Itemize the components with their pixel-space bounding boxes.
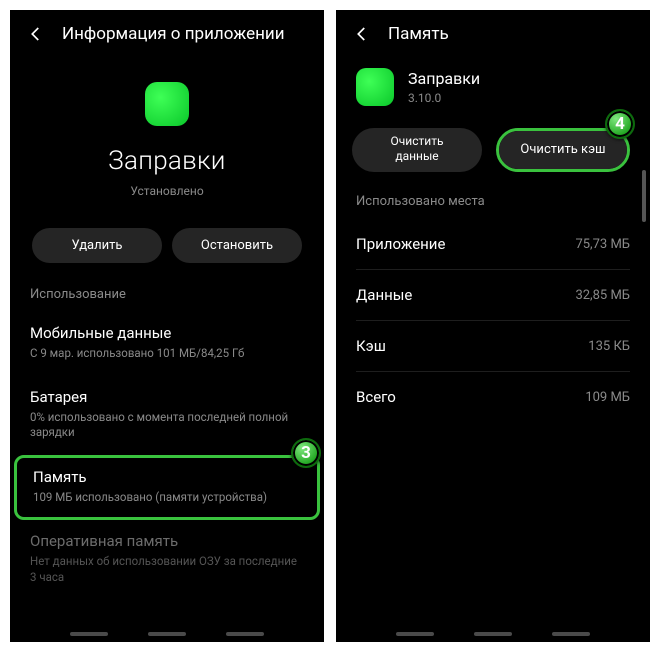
row-total: Всего 109 МБ <box>336 372 650 422</box>
battery-item[interactable]: Батарея 0% использовано с момента послед… <box>10 376 324 455</box>
scrollbar[interactable] <box>642 170 646 222</box>
item-title: Оперативная память <box>30 532 304 550</box>
item-subtitle: 0% использовано с момента последней полн… <box>30 410 304 441</box>
nav-bar <box>10 632 324 636</box>
nav-back-icon[interactable] <box>226 632 264 636</box>
row-value: 75,73 МБ <box>575 237 630 252</box>
back-icon[interactable] <box>352 24 372 44</box>
screen-storage: Память Заправки 3.10.0 Очистить данные 4… <box>336 10 650 642</box>
back-icon[interactable] <box>26 24 46 44</box>
app-icon <box>356 68 394 106</box>
item-subtitle: Нет данных об использовании ОЗУ за после… <box>30 554 304 585</box>
nav-bar <box>336 632 650 636</box>
install-status: Установлено <box>130 184 203 198</box>
step-badge-4: 4 <box>605 109 635 139</box>
item-title: Память <box>33 468 301 486</box>
nav-back-icon[interactable] <box>552 632 590 636</box>
screen-app-info: Информация о приложении Заправки Установ… <box>10 10 324 642</box>
item-subtitle: 109 МБ использовано (памяти устройства) <box>33 490 301 506</box>
storage-item-highlighted[interactable]: 3 Память 109 МБ использовано (памяти уст… <box>14 455 320 521</box>
header: Память <box>336 10 650 54</box>
clear-cache-button[interactable]: Очистить кэш <box>499 131 627 169</box>
step-badge-3: 3 <box>291 438 321 468</box>
button-label: Очистить данные <box>352 134 482 164</box>
app-name: Заправки <box>108 146 225 176</box>
mobile-data-item[interactable]: Мобильные данные С 9 мар. использовано 1… <box>10 312 324 376</box>
nav-recent-icon[interactable] <box>396 632 434 636</box>
clear-cache-button-highlighted[interactable]: 4 Очистить кэш <box>496 128 630 172</box>
section-usage-header: Использование <box>10 281 324 312</box>
app-name: Заправки <box>408 69 480 88</box>
nav-home-icon[interactable] <box>148 632 186 636</box>
row-key: Кэш <box>356 337 386 355</box>
ram-item[interactable]: Оперативная память Нет данных об использ… <box>10 520 324 599</box>
nav-recent-icon[interactable] <box>70 632 108 636</box>
row-key: Всего <box>356 388 396 406</box>
app-icon <box>145 82 189 126</box>
clear-data-button[interactable]: Очистить данные <box>352 128 482 172</box>
nav-home-icon[interactable] <box>474 632 512 636</box>
row-key: Данные <box>356 286 412 304</box>
item-subtitle: С 9 мар. использовано 101 МБ/84,25 Гб <box>30 346 304 362</box>
page-title: Память <box>388 24 449 44</box>
uninstall-button[interactable]: Удалить <box>32 228 162 263</box>
row-value: 135 КБ <box>588 339 630 354</box>
app-row: Заправки 3.10.0 <box>336 54 650 116</box>
row-value: 32,85 МБ <box>575 288 630 303</box>
page-title: Информация о приложении <box>62 24 285 44</box>
item-title: Мобильные данные <box>30 324 304 342</box>
row-cache: Кэш 135 КБ <box>336 321 650 371</box>
row-app: Приложение 75,73 МБ <box>336 219 650 269</box>
section-space-header: Использовано места <box>336 188 650 219</box>
app-version: 3.10.0 <box>408 91 480 105</box>
clear-buttons: Очистить данные 4 Очистить кэш <box>336 116 650 188</box>
row-key: Приложение <box>356 235 445 253</box>
row-value: 109 МБ <box>585 390 630 405</box>
app-hero: Заправки Установлено <box>10 54 324 212</box>
header: Информация о приложении <box>10 10 324 54</box>
action-buttons: Удалить Остановить <box>10 212 324 281</box>
row-data: Данные 32,85 МБ <box>336 270 650 320</box>
force-stop-button[interactable]: Остановить <box>172 228 302 263</box>
item-title: Батарея <box>30 388 304 406</box>
